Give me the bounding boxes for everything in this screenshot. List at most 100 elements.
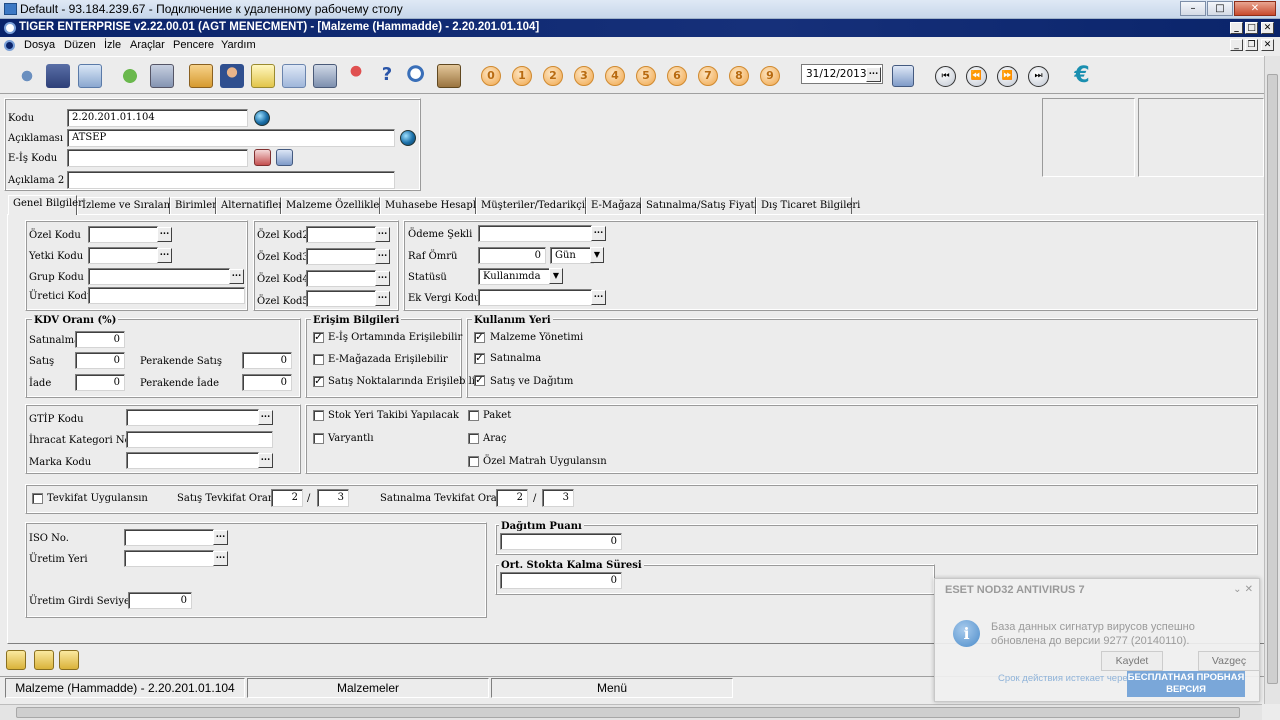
ozel-kod3-field[interactable] — [306, 248, 376, 265]
ek-vergi-lookup[interactable]: ... — [591, 290, 606, 305]
clipboard-icon[interactable] — [189, 64, 213, 88]
satinalma-tevkifat-payda[interactable]: 3 — [542, 489, 574, 507]
menu-pencere[interactable]: Pencere — [173, 39, 214, 51]
statusu-select[interactable]: Kullanımda — [478, 268, 550, 285]
kdv-satinalma-field[interactable]: 0 — [75, 331, 125, 348]
odeme-sekli-lookup[interactable]: ... — [591, 226, 606, 241]
kdv-perakende-iade-field[interactable]: 0 — [242, 374, 292, 391]
globe-icon-2[interactable] — [400, 130, 416, 146]
marka-field[interactable] — [126, 452, 259, 469]
shortcut-7-button[interactable]: 7 — [698, 66, 718, 86]
eset-close-icon[interactable]: ⌄ ✕ — [1233, 584, 1253, 595]
person-icon[interactable] — [220, 64, 244, 88]
calculator-icon[interactable] — [150, 64, 174, 88]
tab-e-magaza[interactable]: E-Mağaza — [586, 197, 642, 215]
statusu-dropdown[interactable]: ▼ — [549, 268, 563, 284]
eis-kodu-field[interactable] — [67, 149, 248, 167]
shortcut-8-button[interactable]: 8 — [729, 66, 749, 86]
grup-kodu-field[interactable] — [88, 268, 230, 285]
satis-noktalari-checkbox[interactable]: ✓ — [313, 376, 324, 387]
globe-icon[interactable] — [254, 110, 270, 126]
eset-trial-badge[interactable]: БЕСПЛАТНАЯ ПРОБНАЯ ВЕРСИЯ — [1127, 671, 1245, 697]
date-lookup-button[interactable]: ... — [866, 67, 881, 82]
raf-unit-select[interactable]: Gün — [550, 247, 594, 264]
vertical-scroll-thumb[interactable] — [1267, 74, 1278, 684]
kdv-perakende-satis-field[interactable]: 0 — [242, 352, 292, 369]
user-chart-icon[interactable] — [46, 64, 70, 88]
satis-tevkifat-payda[interactable]: 3 — [317, 489, 349, 507]
uretim-girdi-field[interactable]: 0 — [128, 592, 192, 609]
ozel-kod2-field[interactable] — [306, 226, 376, 243]
e-business-icon[interactable]: € — [1070, 65, 1094, 89]
shortcut-2-button[interactable]: 2 — [543, 66, 563, 86]
doc-restore-button[interactable]: ❐ — [1245, 39, 1258, 51]
users-icon[interactable] — [15, 64, 39, 88]
ozel-matrah-checkbox[interactable] — [468, 456, 479, 467]
shortcut-1-button[interactable]: 1 — [512, 66, 532, 86]
app-minimize-button[interactable]: _ — [1230, 22, 1243, 34]
uretim-yeri-lookup[interactable]: ... — [213, 551, 228, 566]
menu-dosya[interactable]: Dosya — [24, 39, 55, 51]
rdp-minimize-button[interactable]: – — [1180, 1, 1206, 16]
uretim-yeri-field[interactable] — [124, 550, 214, 567]
menu-izle[interactable]: İzle — [104, 39, 121, 51]
raf-omru-field[interactable]: 0 — [478, 247, 546, 264]
shortcut-5-button[interactable]: 5 — [636, 66, 656, 86]
calendar-icon[interactable] — [892, 65, 914, 87]
varyantli-checkbox[interactable] — [313, 433, 324, 444]
rdp-maximize-button[interactable]: □ — [1207, 1, 1233, 16]
satis-dagitim-checkbox[interactable]: ✓ — [474, 375, 485, 386]
list-icon[interactable] — [78, 64, 102, 88]
status-materials[interactable]: Malzemeler — [247, 678, 489, 698]
browse-icon[interactable] — [276, 149, 293, 166]
arac-checkbox[interactable] — [468, 433, 479, 444]
menu-yardim[interactable]: Yardım — [221, 39, 256, 51]
app-close-button[interactable]: ✕ — [1261, 22, 1274, 34]
tab-fiyatlar[interactable]: Satınalma/Satış Fiyatları — [641, 197, 772, 215]
satinalma-checkbox[interactable]: ✓ — [474, 353, 485, 364]
first-record-button[interactable]: ⏮ — [935, 66, 956, 87]
status-menu[interactable]: Menü — [491, 678, 733, 698]
doc-close-button[interactable]: ✕ — [1261, 39, 1274, 51]
ozel-kod2-lookup[interactable]: ... — [375, 227, 390, 242]
horizontal-scroll-thumb[interactable] — [16, 707, 1240, 718]
search-icon[interactable] — [406, 64, 430, 88]
recycle-icon[interactable] — [118, 64, 142, 88]
aciklama-field[interactable]: ATSEP — [67, 129, 395, 147]
uretici-kodu-field[interactable] — [88, 287, 245, 304]
app-maximize-button[interactable]: □ — [1245, 22, 1258, 34]
eset-save-button[interactable]: Kaydet — [1101, 651, 1163, 671]
yetki-kodu-lookup[interactable]: ... — [157, 248, 172, 263]
tab-izleme[interactable]: İzleme ve Sıralama — [77, 197, 179, 215]
image-box-1[interactable] — [1042, 98, 1135, 177]
marka-lookup[interactable]: ... — [258, 453, 273, 468]
antenna-icon[interactable] — [344, 64, 368, 88]
iso-lookup[interactable]: ... — [213, 530, 228, 545]
raf-unit-dropdown[interactable]: ▼ — [590, 247, 604, 263]
menu-duzen[interactable]: Düzen — [64, 39, 96, 51]
vertical-scrollbar[interactable] — [1264, 56, 1280, 704]
menu-araclar[interactable]: Araçlar — [130, 39, 165, 51]
satis-tevkifat-pay[interactable]: 2 — [271, 489, 303, 507]
grup-kodu-lookup[interactable]: ... — [229, 269, 244, 284]
stokta-field[interactable]: 0 — [500, 572, 622, 589]
horizontal-scrollbar[interactable] — [0, 704, 1262, 720]
ozel-kod5-lookup[interactable]: ... — [375, 291, 390, 306]
ozel-kodu-field[interactable] — [88, 226, 158, 243]
doc-minimize-button[interactable]: _ — [1230, 39, 1243, 51]
tab-dis-ticaret[interactable]: Dış Ticaret Bilgileri — [756, 197, 860, 215]
paket-checkbox[interactable] — [468, 410, 479, 421]
tab-alternatifler[interactable]: Alternatifler — [216, 197, 283, 215]
yetki-kodu-field[interactable] — [88, 247, 158, 264]
shortcut-3-button[interactable]: 3 — [574, 66, 594, 86]
ozel-kodu-lookup[interactable]: ... — [157, 227, 172, 242]
shortcut-0-button[interactable]: 0 — [481, 66, 501, 86]
kdv-iade-field[interactable]: 0 — [75, 374, 125, 391]
tab-birimler[interactable]: Birimler — [170, 197, 217, 215]
ozel-kod4-lookup[interactable]: ... — [375, 271, 390, 286]
user-lock-icon[interactable] — [437, 64, 461, 88]
tab-malzeme-ozellikleri[interactable]: Malzeme Özellikleri — [281, 197, 387, 215]
rdp-close-button[interactable]: ✕ — [1234, 1, 1276, 16]
last-record-button[interactable]: ⏭ — [1028, 66, 1049, 87]
dagitim-field[interactable]: 0 — [500, 533, 622, 550]
